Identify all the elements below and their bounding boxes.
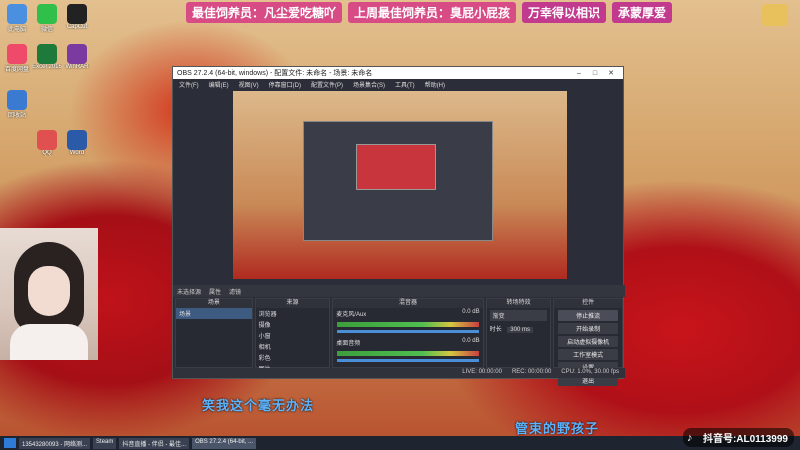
scenes-dock: 场景 场景 bbox=[175, 298, 253, 368]
duration-input[interactable]: 300 ms bbox=[507, 327, 533, 333]
mixer-dock: 混音器 麦克风/Aux 0.0 dB 桌面音频 0.0 dB bbox=[332, 298, 484, 368]
menu-file[interactable]: 文件(F) bbox=[179, 80, 199, 89]
source-item[interactable]: 浏览器 bbox=[256, 308, 330, 319]
transition-select[interactable]: 渐变 bbox=[489, 310, 548, 321]
desktop-icon[interactable]: CapCut bbox=[62, 4, 92, 30]
menu-view[interactable]: 视图(V) bbox=[239, 80, 259, 89]
taskbar: 13543280093 - 网络测... Steam 抖音直播 - 伴侣 - 最… bbox=[0, 436, 800, 450]
scene-item[interactable]: 场景 bbox=[176, 308, 252, 319]
banner-chip-last-week: 上周最佳饲养员：臭屁小屁孩 bbox=[348, 2, 517, 23]
word-icon bbox=[67, 130, 87, 150]
obs-preview[interactable] bbox=[233, 91, 567, 279]
winrar-icon bbox=[67, 44, 87, 64]
transitions-dock: 转场特效 渐变 时长 300 ms bbox=[485, 298, 552, 368]
properties-button[interactable]: 属性 bbox=[209, 287, 221, 296]
start-button-icon[interactable] bbox=[4, 438, 16, 448]
tiktok-id: 抖音号:AL0113999 bbox=[702, 434, 788, 445]
tiktok-logo-icon: ♪ bbox=[686, 431, 693, 444]
maximize-icon[interactable]: □ bbox=[587, 70, 603, 77]
nested-preview bbox=[303, 121, 493, 241]
mixer-volume-slider[interactable] bbox=[337, 359, 479, 362]
mixer-meter bbox=[337, 351, 479, 356]
minimize-icon[interactable]: – bbox=[571, 70, 587, 77]
source-item[interactable]: 相机 bbox=[256, 341, 330, 352]
mixer-channel-label: 麦克风/Aux 0.0 dB bbox=[336, 309, 480, 318]
taskbar-item[interactable]: Steam bbox=[93, 437, 117, 449]
stream-logo-icon bbox=[762, 4, 788, 26]
live-timer: LIVE: 00:00:00 bbox=[462, 369, 502, 375]
source-item[interactable]: 摄像 bbox=[256, 319, 330, 330]
lyric-line-1: 笑我这个毫无办法 bbox=[202, 398, 315, 413]
close-icon[interactable]: ✕ bbox=[603, 69, 619, 77]
mixer-volume-slider[interactable] bbox=[337, 330, 479, 333]
qq-icon bbox=[37, 130, 57, 150]
transitions-dock-title: 转场特效 bbox=[486, 299, 551, 308]
obs-window[interactable]: OBS 27.2.4 (64-bit, windows) - 配置文件: 未命名… bbox=[172, 66, 625, 386]
mixer-channel-label: 桌面音频 0.0 dB bbox=[336, 338, 480, 347]
no-source-label: 未选择源 bbox=[177, 290, 202, 296]
banner-chip-thanks: 承蒙厚爱 bbox=[612, 2, 673, 23]
stop-stream-button[interactable]: 停止推流 bbox=[558, 310, 618, 321]
rec-timer: REC: 00:00:00 bbox=[511, 369, 552, 375]
desktop-icon[interactable]: 百度网盘 bbox=[2, 44, 32, 73]
menu-profile[interactable]: 配置文件(P) bbox=[311, 80, 343, 89]
studio-mode-button[interactable]: 工作室模式 bbox=[558, 349, 618, 360]
obs-docks: 场景 场景 来源 浏览器 摄像 小窗 相机 彩色 图片 混音器 麦克风/Aux … bbox=[173, 298, 625, 386]
webcam-overlay bbox=[0, 228, 98, 360]
desktop-icon[interactable]: 回收站 bbox=[2, 90, 32, 119]
sources-dock: 来源 浏览器 摄像 小窗 相机 彩色 图片 bbox=[254, 298, 331, 373]
desktop-icon[interactable]: QQ bbox=[32, 130, 62, 156]
menu-tools[interactable]: 工具(T) bbox=[395, 80, 415, 89]
mixer-meter bbox=[337, 322, 479, 327]
excel-icon bbox=[37, 44, 57, 64]
taskbar-item[interactable]: 抖音直播 - 伴侣 - 最佳... bbox=[119, 437, 190, 449]
source-item[interactable]: 彩色 bbox=[256, 352, 330, 363]
obs-titlebar[interactable]: OBS 27.2.4 (64-bit, windows) - 配置文件: 未命名… bbox=[173, 67, 623, 79]
obs-status-bar: LIVE: 00:00:00 REC: 00:00:00 CPU: 1.0%, … bbox=[173, 368, 625, 378]
menu-help[interactable]: 帮助(H) bbox=[425, 80, 445, 89]
banner-chip-lucky: 万幸得以相识 bbox=[522, 2, 607, 23]
mixer-dock-title: 混音器 bbox=[333, 299, 483, 308]
taskbar-item[interactable]: 13543280093 - 网络测... bbox=[19, 437, 91, 449]
controls-dock: 控件 停止推流 开始录制 启动虚拟摄像机 工作室模式 设置 退出 bbox=[553, 298, 623, 386]
cpu-fps: CPU: 1.0%, 30.00 fps bbox=[561, 369, 619, 375]
duration-row: 时长 300 ms bbox=[487, 323, 551, 334]
source-item[interactable]: 小窗 bbox=[256, 330, 330, 341]
start-record-button[interactable]: 开始录制 bbox=[558, 323, 618, 334]
menu-docks[interactable]: 停靠窗口(D) bbox=[269, 80, 301, 89]
filters-button[interactable]: 滤镜 bbox=[229, 287, 241, 296]
banner-chip-best-keeper: 最佳饲养员：凡尘爱吃糖吖 bbox=[186, 2, 343, 23]
recycle-bin-icon bbox=[7, 90, 27, 110]
capcut-icon bbox=[67, 4, 87, 24]
desktop-icon[interactable]: Excel 2016 bbox=[32, 44, 62, 70]
nested-preview-inner bbox=[356, 144, 436, 190]
menu-edit[interactable]: 编辑(E) bbox=[209, 80, 229, 89]
tiktok-watermark: ♪ 抖音号:AL0113999 bbox=[682, 428, 794, 447]
source-toolbar: 未选择源 属性 滤镜 bbox=[173, 285, 625, 297]
gift-banner: 最佳饲养员：凡尘爱吃糖吖 上周最佳饲养员：臭屁小屁孩 万幸得以相识 承蒙厚爱 bbox=[186, 2, 673, 23]
virtual-camera-button[interactable]: 启动虚拟摄像机 bbox=[558, 336, 618, 347]
sources-dock-title: 来源 bbox=[255, 299, 330, 308]
desktop-icon[interactable]: 微信 bbox=[32, 4, 62, 33]
obs-window-title: OBS 27.2.4 (64-bit, windows) - 配置文件: 未命名… bbox=[177, 70, 373, 77]
computer-icon bbox=[7, 4, 27, 24]
wechat-icon bbox=[37, 4, 57, 24]
menu-scene-collection[interactable]: 场景集合(S) bbox=[353, 80, 385, 89]
lyric-line-2: 管束的野孩子 bbox=[515, 421, 600, 436]
cloud-drive-icon bbox=[7, 44, 27, 64]
scenes-dock-title: 场景 bbox=[176, 299, 252, 308]
desktop-icon[interactable]: WinRAR bbox=[62, 44, 92, 70]
controls-dock-title: 控件 bbox=[554, 299, 622, 308]
obs-menubar: 文件(F) 编辑(E) 视图(V) 停靠窗口(D) 配置文件(P) 场景集合(S… bbox=[173, 79, 623, 89]
taskbar-item[interactable]: OBS 27.2.4 (64-bit, ... bbox=[192, 437, 257, 449]
desktop-icon[interactable]: 此电脑 bbox=[2, 4, 32, 33]
desktop-icon[interactable]: Word bbox=[62, 130, 92, 156]
